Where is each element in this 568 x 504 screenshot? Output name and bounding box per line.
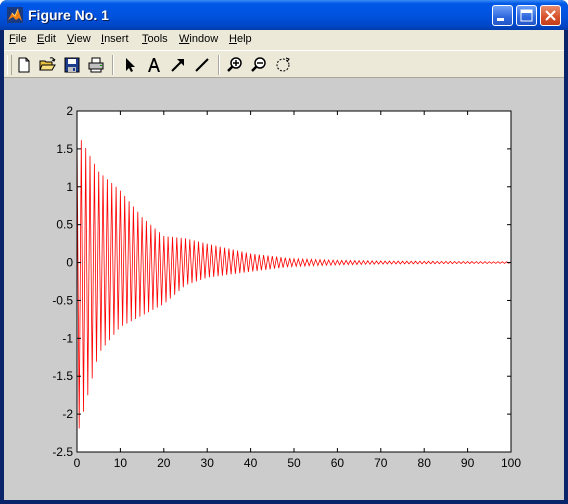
menu-file[interactable]: File <box>9 32 27 47</box>
menu-help-mnemonic: H <box>229 33 237 45</box>
title-bar[interactable]: Figure No. 1 <box>0 0 568 30</box>
print-icon <box>88 57 104 73</box>
menu-view[interactable]: View <box>67 32 91 47</box>
close-icon <box>545 10 556 21</box>
zoom-out-icon <box>251 57 266 72</box>
menu-insert-label: nsert <box>104 33 129 45</box>
window-client: File Edit View Insert Tools Window Help <box>4 30 564 500</box>
toolbar-grip[interactable] <box>7 55 12 75</box>
save-button[interactable] <box>62 55 82 75</box>
zoom-out-button[interactable] <box>249 55 269 75</box>
x-tick-label: 90 <box>461 456 475 470</box>
menu-edit-label: dit <box>44 33 56 45</box>
window-title: Figure No. 1 <box>28 7 109 23</box>
insert-arrow-button[interactable] <box>168 55 188 75</box>
menu-window[interactable]: Window <box>179 32 218 47</box>
menu-file-mnemonic: F <box>9 33 16 45</box>
print-button[interactable] <box>86 55 106 75</box>
x-tick-label: 40 <box>244 456 258 470</box>
minimize-icon <box>497 18 504 21</box>
x-tick-label: 20 <box>157 456 171 470</box>
x-tick-label: 50 <box>287 456 301 470</box>
figure-canvas: 0 10 20 30 40 50 60 70 80 90 100 2 1.5 1 0.5 0 -0.5 -1 -1.… <box>4 78 564 500</box>
menu-help[interactable]: Help <box>229 32 252 47</box>
y-tick-label: 1 <box>66 180 73 194</box>
insert-line-button[interactable] <box>192 55 212 75</box>
figure-toolbar <box>4 50 564 78</box>
x-tick-label: 80 <box>418 456 432 470</box>
menu-bar: File Edit View Insert Tools Window Help <box>4 30 564 49</box>
rotate-3d-button[interactable] <box>273 55 293 75</box>
menu-window-label: indow <box>189 33 219 45</box>
close-button[interactable] <box>540 5 561 26</box>
zoom-in-button[interactable] <box>225 55 245 75</box>
matlab-icon <box>6 6 24 24</box>
y-tick-label: -2.5 <box>52 445 73 459</box>
maximize-icon <box>520 9 533 22</box>
save-icon <box>64 57 80 73</box>
x-tick-label: 30 <box>201 456 215 470</box>
maximize-button[interactable] <box>516 5 537 26</box>
open-file-button[interactable] <box>38 55 58 75</box>
insert-line-icon <box>195 58 209 72</box>
plot-area <box>77 111 511 452</box>
new-file-icon <box>18 57 30 73</box>
y-tick-label: 1.5 <box>56 142 73 156</box>
x-tick-label: 60 <box>331 456 345 470</box>
y-tick-label: -0.5 <box>52 293 73 307</box>
menu-tools[interactable]: Tools <box>142 32 168 47</box>
insert-arrow-icon <box>171 59 184 72</box>
edit-plot-button[interactable] <box>120 55 140 75</box>
x-tick-label: 70 <box>374 456 388 470</box>
y-tick-label: 0 <box>66 256 73 270</box>
menu-file-label: ile <box>15 33 27 45</box>
select-arrow-icon <box>126 58 135 72</box>
zoom-in-icon <box>227 57 242 72</box>
new-figure-button[interactable] <box>14 55 34 75</box>
line-plot[interactable]: 0 10 20 30 40 50 60 70 80 90 100 2 1.5 1 0.5 0 -0.5 -1 -1.… <box>4 78 564 500</box>
menu-view-label: iew <box>74 33 91 45</box>
menu-help-label: elp <box>236 33 252 45</box>
y-tick-label: -2 <box>62 407 73 421</box>
x-tick-label: 100 <box>501 456 521 470</box>
y-tick-label: 0.5 <box>56 218 73 232</box>
y-tick-label: -1.5 <box>52 369 73 383</box>
menu-insert[interactable]: Insert <box>101 32 129 47</box>
insert-text-icon <box>148 58 160 72</box>
minimize-button[interactable] <box>492 5 513 26</box>
x-tick-label: 0 <box>74 456 81 470</box>
toolbar-separator <box>218 55 220 75</box>
y-tick-label: 2 <box>66 104 73 118</box>
menu-edit[interactable]: Edit <box>37 32 56 47</box>
toolbar-separator <box>112 55 114 75</box>
menu-tools-label: ools <box>147 33 168 45</box>
rotate-3d-icon <box>276 57 290 72</box>
x-tick-label: 10 <box>114 456 128 470</box>
y-tick-label: -1 <box>62 331 73 345</box>
open-folder-icon <box>39 57 56 71</box>
insert-text-button[interactable] <box>144 55 164 75</box>
figure-window: Figure No. 1 File Edit View Insert Tools… <box>0 0 568 504</box>
menu-window-mnemonic: W <box>179 33 190 45</box>
